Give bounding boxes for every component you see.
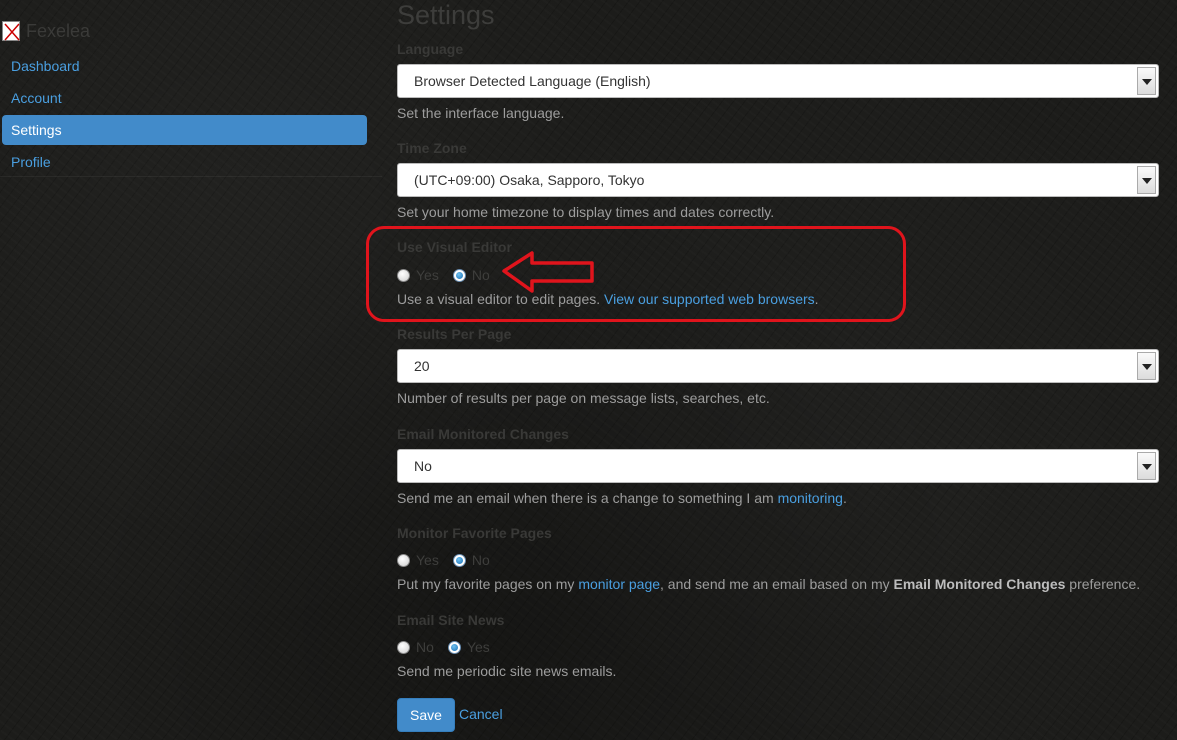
help-text-mid: , and send me an email based on my [660, 576, 894, 592]
language-select-value: Browser Detected Language (English) [414, 73, 651, 89]
email-news-option-no[interactable]: No [397, 639, 434, 655]
radio-label: No [416, 639, 434, 655]
help-text-end: . [842, 490, 847, 506]
email-news-help: Send me periodic site news emails. [397, 663, 617, 679]
monitor-page-link[interactable]: monitor page [578, 576, 660, 592]
language-help: Set the interface language. [397, 105, 565, 121]
sidebar-item-profile[interactable]: Profile [0, 147, 382, 177]
sidebar-nav: Dashboard Account Settings Profile [0, 51, 382, 179]
sidebar-divider [0, 176, 382, 177]
help-text-end: preference. [1065, 576, 1141, 592]
page-title: Settings [397, 0, 495, 30]
help-text: Send me an email when there is a change … [397, 490, 778, 506]
radio-button-checked[interactable] [447, 640, 461, 654]
results-per-page-label: Results Per Page [397, 326, 512, 342]
email-monitored-value: No [414, 458, 432, 474]
email-monitored-help: Send me an email when there is a change … [397, 490, 847, 506]
results-per-page-help: Number of results per page on message li… [397, 390, 770, 406]
sidebar-item-settings[interactable]: Settings [2, 115, 367, 145]
chevron-down-icon[interactable] [1137, 452, 1156, 480]
results-per-page-value: 20 [414, 358, 430, 374]
chevron-down-icon[interactable] [1137, 67, 1156, 95]
chevron-down-icon[interactable] [1137, 166, 1156, 194]
annotation-arrow-icon [502, 251, 594, 293]
sidebar-item-dashboard[interactable]: Dashboard [0, 51, 382, 81]
monitor-favorite-help: Put my favorite pages on my monitor page… [397, 576, 1140, 592]
sidebar-item-account[interactable]: Account [0, 83, 382, 113]
language-label: Language [397, 41, 464, 57]
broken-image-icon [2, 21, 20, 41]
save-button[interactable]: Save [397, 698, 455, 732]
radio-label: Yes [466, 639, 490, 655]
help-text: Put my favorite pages on my [397, 576, 579, 592]
results-per-page-select[interactable]: 20 [397, 349, 1159, 383]
email-monitored-label: Email Monitored Changes [397, 426, 569, 442]
radio-label: No [471, 552, 490, 568]
monitor-favorite-option-yes[interactable]: Yes [397, 552, 439, 568]
chevron-down-icon[interactable] [1137, 352, 1156, 380]
timezone-label: Time Zone [397, 140, 467, 156]
monitor-favorite-label: Monitor Favorite Pages [397, 525, 552, 541]
help-text-bold: Email Monitored Changes [893, 576, 1066, 592]
email-news-label: Email Site News [397, 612, 505, 628]
sidebar: Fexelea Dashboard Account Settings Profi… [0, 0, 382, 740]
language-select[interactable]: Browser Detected Language (English) [397, 64, 1159, 98]
timezone-help: Set your home timezone to display times … [397, 204, 775, 220]
email-news-radio-group: No Yes [397, 638, 504, 656]
radio-label: Yes [416, 552, 439, 568]
email-news-option-yes[interactable]: Yes [447, 639, 490, 655]
annotation-highlight-box [366, 226, 906, 322]
timezone-select[interactable]: (UTC+09:00) Osaka, Sapporo, Tokyo [397, 163, 1159, 197]
monitoring-link[interactable]: monitoring [778, 490, 843, 506]
radio-button[interactable] [397, 640, 410, 654]
radio-button[interactable] [397, 553, 410, 567]
timezone-select-value: (UTC+09:00) Osaka, Sapporo, Tokyo [414, 172, 645, 188]
cancel-link[interactable]: Cancel [459, 706, 503, 722]
monitor-favorite-option-no[interactable]: No [452, 552, 490, 568]
email-monitored-select[interactable]: No [397, 449, 1159, 483]
monitor-favorite-radio-group: Yes No [397, 551, 504, 569]
brand-name: Fexelea [26, 20, 91, 41]
brand[interactable]: Fexelea [2, 20, 90, 42]
radio-button-checked[interactable] [452, 553, 466, 567]
